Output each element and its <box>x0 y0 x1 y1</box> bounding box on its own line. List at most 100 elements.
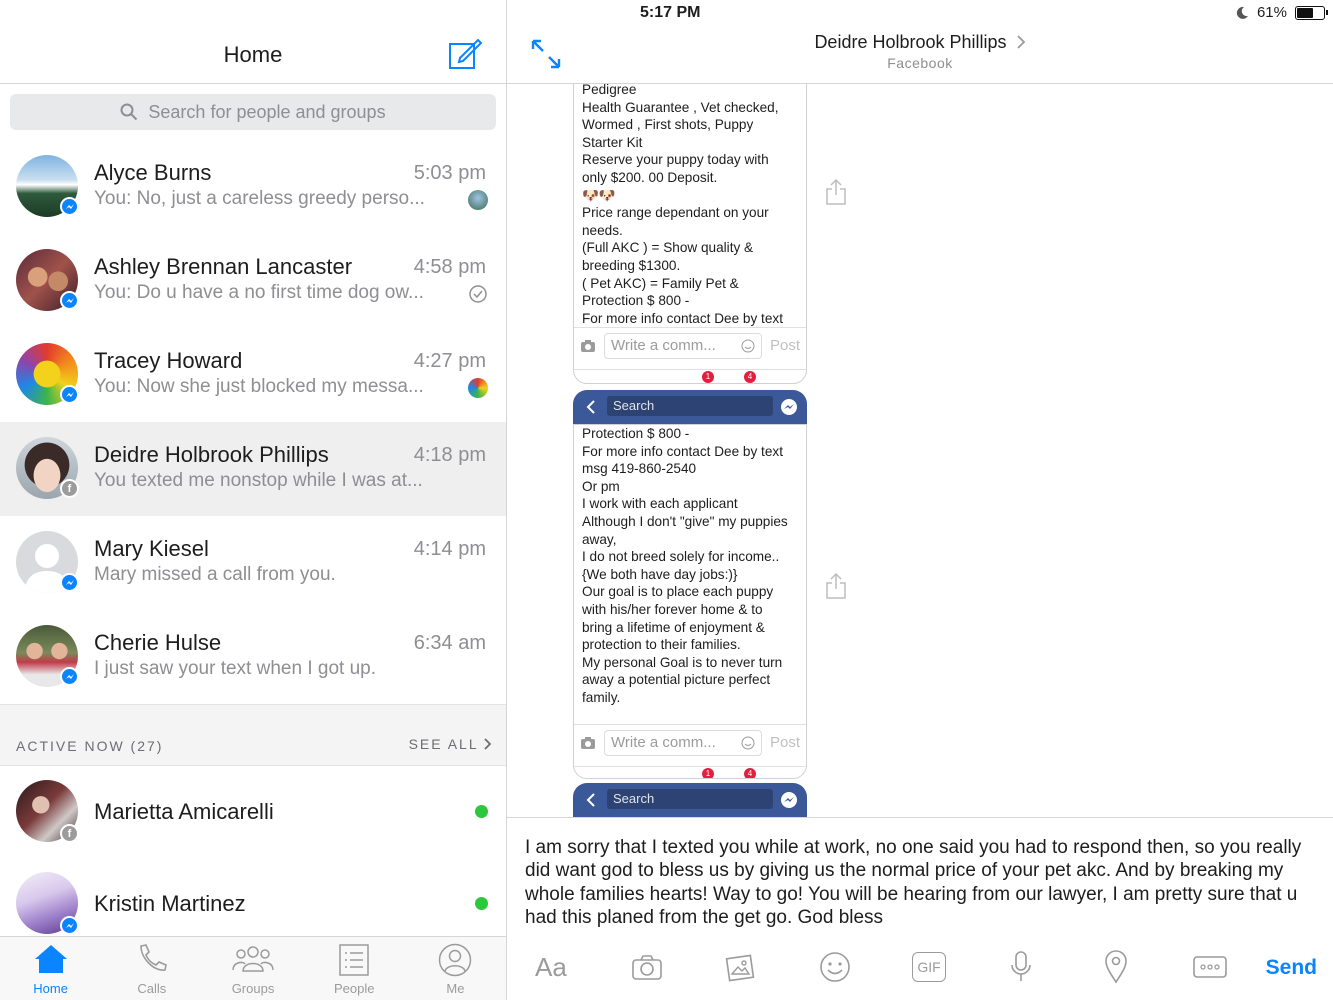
back-arrow-icon <box>586 400 595 414</box>
message-preview: You: Now she just blocked my messa... <box>94 376 424 397</box>
facebook-search-box: Search <box>607 789 773 809</box>
active-now-label: ACTIVE NOW (27) <box>16 738 164 754</box>
message-time: 4:58 pm <box>413 256 486 278</box>
facebook-header-bar: Search <box>573 783 807 817</box>
facebook-badge-icon: f <box>60 479 79 498</box>
send-button[interactable]: Send <box>1266 956 1317 980</box>
moon-icon <box>1236 6 1248 19</box>
conversation-row[interactable]: Alyce Burns 5:03 pm You: No, just a care… <box>0 140 506 234</box>
tab-people[interactable]: People <box>304 937 405 1000</box>
camera-icon[interactable] <box>631 950 663 984</box>
compose-icon[interactable] <box>448 38 482 70</box>
home-icon <box>34 945 67 973</box>
chat-contact-source: Facebook <box>887 55 953 71</box>
conversation-row-selected[interactable]: f Deidre Holbrook Phillips 4:18 pm You t… <box>0 422 506 516</box>
facebook-badge-icon: f <box>60 824 79 843</box>
page-title: Home <box>223 42 283 67</box>
groups-icon <box>232 946 274 972</box>
contact-name: Alyce Burns <box>94 160 212 185</box>
contact-name: Marietta Amicarelli <box>94 799 274 824</box>
message-preview: You: Do u have a no first time dog ow... <box>94 282 424 303</box>
gif-button[interactable]: GIF <box>912 952 946 982</box>
chat-contact-name: Deidre Holbrook Phillips <box>814 32 1007 52</box>
messenger-icon <box>781 792 797 808</box>
camera-icon <box>581 339 595 352</box>
conversation-list-pane: Home Search for people and groups Alyce … <box>0 0 506 1000</box>
battery-percent: 61% <box>1256 4 1287 21</box>
messenger-badge-icon <box>60 667 79 686</box>
microphone-icon[interactable] <box>1009 950 1033 984</box>
message-composer: I am sorry that I texted you while at wo… <box>507 817 1333 1000</box>
tab-me[interactable]: Me <box>405 937 506 1000</box>
facebook-search-box: Search <box>607 396 773 416</box>
conversation-row[interactable]: Tracey Howard 4:27 pm You: Now she just … <box>0 328 506 422</box>
active-now-header: ACTIVE NOW (27) SEE ALL <box>0 704 506 766</box>
image-message[interactable]: Protection $ 800 - For more info contact… <box>573 424 807 779</box>
tab-calls[interactable]: Calls <box>101 937 202 1000</box>
tab-bar: Home Calls Groups People Me <box>0 936 506 1000</box>
message-preview: I just saw your text when I got up. <box>94 658 376 679</box>
conversation-row[interactable]: Ashley Brennan Lancaster 4:58 pm You: Do… <box>0 234 506 328</box>
search-input[interactable]: Search for people and groups <box>10 94 496 130</box>
font-button[interactable]: Aa <box>535 950 567 984</box>
contact-name: Mary Kiesel <box>94 536 209 561</box>
contact-name: Ashley Brennan Lancaster <box>94 254 353 279</box>
tab-groups[interactable]: Groups <box>202 937 303 1000</box>
messenger-badge-icon <box>60 197 79 216</box>
message-time: 4:18 pm <box>413 444 486 466</box>
message-thread[interactable]: Pedigree Health Guarantee , Vet checked,… <box>507 84 1333 817</box>
online-indicator <box>475 897 488 910</box>
chat-contact-header[interactable]: Deidre Holbrook Phillips <box>507 32 1333 53</box>
photo-gallery-icon[interactable] <box>725 950 755 984</box>
location-pin-icon[interactable] <box>1104 950 1128 984</box>
message-preview: Mary missed a call from you. <box>94 564 336 585</box>
conversation-row[interactable]: Mary Kiesel 4:14 pm Mary missed a call f… <box>0 516 506 610</box>
emoji-icon[interactable] <box>819 950 851 984</box>
more-options-icon[interactable] <box>1193 950 1227 984</box>
messenger-badge-icon <box>60 573 79 592</box>
battery-icon <box>1295 5 1328 20</box>
smiley-icon <box>741 736 755 749</box>
tab-home[interactable]: Home <box>0 937 101 1000</box>
messenger-icon <box>781 399 797 415</box>
comment-bar: Write a comm... Post <box>574 724 806 760</box>
status-time: 5:17 PM <box>640 4 701 21</box>
see-all-link[interactable]: SEE ALL <box>409 736 492 752</box>
image-message[interactable]: Pedigree Health Guarantee , Vet checked,… <box>573 84 807 384</box>
share-icon[interactable] <box>825 572 847 600</box>
header-divider <box>0 83 506 84</box>
phone-icon <box>139 944 167 971</box>
message-time: 5:03 pm <box>413 162 486 184</box>
message-preview: You texted me nonstop while I was at... <box>94 470 423 491</box>
contact-name: Deidre Holbrook Phillips <box>94 442 329 467</box>
contact-name: Kristin Martinez <box>94 891 246 916</box>
conversation-row[interactable]: Cherie Hulse 6:34 am I just saw your tex… <box>0 610 506 704</box>
messenger-badge-icon <box>60 385 79 404</box>
message-preview: You: No, just a careless greedy perso... <box>94 188 425 209</box>
comment-bar: Write a comm... Post <box>574 327 806 363</box>
back-arrow-icon <box>586 793 595 807</box>
message-time: 4:27 pm <box>413 350 486 372</box>
search-icon <box>120 103 138 121</box>
share-icon[interactable] <box>825 178 847 206</box>
chevron-right-icon <box>484 738 492 750</box>
profile-icon <box>439 943 472 977</box>
camera-icon <box>581 736 595 749</box>
chevron-right-icon <box>1016 35 1025 49</box>
facebook-nav-strip: 1 4 <box>574 369 806 383</box>
people-list-icon <box>339 944 369 976</box>
active-person-row[interactable]: f Marietta Amicarelli <box>0 766 506 858</box>
composer-toolbar: Aa GIF Send <box>507 942 1333 992</box>
screenshot-text: Protection $ 800 - For more info contact… <box>582 426 788 705</box>
messenger-badge-icon <box>60 916 79 935</box>
message-input[interactable]: I am sorry that I texted you while at wo… <box>525 836 1315 930</box>
sent-check-icon <box>469 285 487 303</box>
seen-avatar-icon <box>468 190 488 210</box>
facebook-header-bar: Search <box>573 390 807 424</box>
online-indicator <box>475 805 488 818</box>
screenshot-text: Pedigree Health Guarantee , Vet checked,… <box>582 84 783 326</box>
contact-name: Cherie Hulse <box>94 630 222 655</box>
contact-name: Tracey Howard <box>94 348 243 373</box>
facebook-nav-strip: 1 4 <box>574 766 806 778</box>
seen-avatar-icon <box>468 378 488 398</box>
